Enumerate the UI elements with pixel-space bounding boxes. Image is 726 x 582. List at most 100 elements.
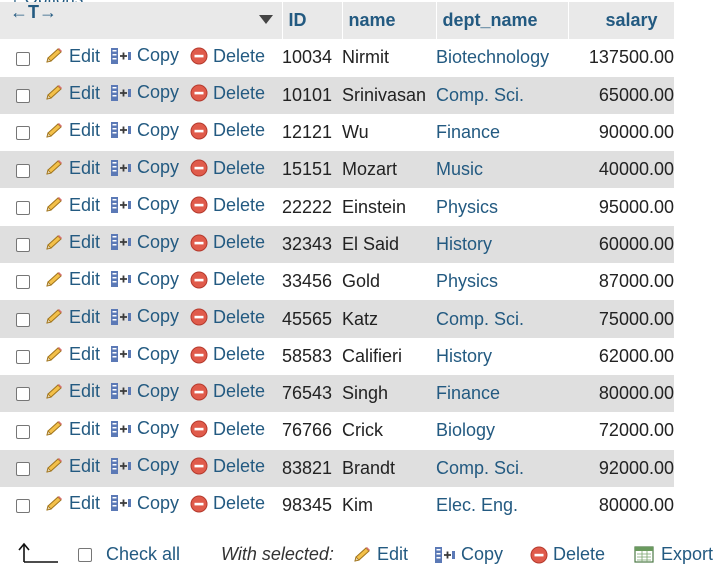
row-copy-button[interactable]: Copy [110,157,179,178]
row-copy-button[interactable]: Copy [110,45,179,66]
row-delete-cell: Delete [190,77,282,114]
row-delete-button[interactable]: Delete [190,307,265,328]
row-copy-cell: Copy [110,226,190,263]
delete-icon [190,457,208,475]
row-delete-cell: Delete [190,412,282,449]
delete-icon [190,271,208,289]
row-delete-button[interactable]: Delete [190,381,265,402]
cell-salary: 90000.00 [598,122,674,143]
row-edit-button[interactable]: Edit [44,232,100,253]
row-select-cell [0,300,44,337]
row-edit-button[interactable]: Edit [44,307,100,328]
row-checkbox[interactable] [16,88,30,103]
row-edit-label: Edit [69,269,101,290]
row-edit-button[interactable]: Edit [44,381,100,402]
row-copy-cell: Copy [110,188,190,225]
delete-icon [190,196,208,214]
row-checkbox[interactable] [16,350,30,365]
row-copy-button[interactable]: Copy [110,120,179,141]
cell-id: 10101 [282,84,333,105]
row-checkbox[interactable] [16,461,30,476]
header-row: ←T→ ID name dept_name salary [0,2,675,40]
cell-id: 33456 [282,271,333,292]
row-copy-button[interactable]: Copy [110,493,179,514]
row-checkbox[interactable] [16,163,30,178]
row-delete-button[interactable]: Delete [190,158,265,179]
pencil-icon [46,160,62,175]
row-checkbox[interactable] [16,312,30,327]
row-edit-button[interactable]: Edit [44,83,100,104]
row-delete-button[interactable]: Delete [190,456,265,477]
row-edit-button[interactable]: Edit [44,419,100,440]
row-checkbox[interactable] [16,51,30,66]
row-copy-label: Copy [137,418,180,439]
row-delete-button[interactable]: Delete [190,46,265,67]
cell-dept-name: Elec. Eng. [436,495,519,515]
bulk-delete-button[interactable]: Delete [530,544,605,565]
row-select-cell [0,487,44,524]
row-checkbox[interactable] [16,200,30,215]
row-copy-button[interactable]: Copy [110,381,179,402]
row-checkbox[interactable] [16,275,30,290]
bulk-edit-button[interactable]: Edit [352,544,408,565]
copy-icon [435,546,455,563]
row-copy-label: Copy [137,231,180,252]
bulk-actions-bar: Check all With selected: Edit Copy Delet… [0,532,726,582]
row-edit-cell: Edit [44,300,110,337]
row-copy-button[interactable]: Copy [110,82,179,103]
row-copy-label: Copy [137,157,180,178]
cell-id: 83821 [282,457,333,478]
row-checkbox[interactable] [16,126,30,141]
cell-salary: 80000.00 [598,495,674,515]
chevron-down-icon[interactable] [258,14,274,26]
row-edit-button[interactable]: Edit [44,120,100,141]
row-edit-button[interactable]: Edit [44,344,100,365]
column-header-id[interactable]: ID [282,2,343,40]
row-delete-button[interactable]: Delete [190,344,265,365]
cell-id: 15151 [282,159,333,180]
row-edit-button[interactable]: Edit [44,158,100,179]
row-copy-button[interactable]: Copy [110,269,179,290]
cell-name: Brandt [342,457,396,478]
row-copy-cell: Copy [110,263,190,300]
column-header-salary[interactable]: salary [568,2,675,40]
bulk-copy-button[interactable]: Copy [434,544,503,565]
row-edit-button[interactable]: Edit [44,269,100,290]
row-delete-button[interactable]: Delete [190,120,265,141]
row-checkbox[interactable] [16,424,30,439]
row-delete-button[interactable]: Delete [190,269,265,290]
row-checkbox[interactable] [16,499,30,514]
row-copy-button[interactable]: Copy [110,194,179,215]
row-copy-button[interactable]: Copy [110,344,179,365]
row-delete-button[interactable]: Delete [190,419,265,440]
cell-id: 58583 [282,345,333,366]
column-header-name[interactable]: name [342,2,437,40]
row-edit-cell: Edit [44,188,110,225]
row-edit-button[interactable]: Edit [44,456,100,477]
column-header-dept-name[interactable]: dept_name [436,2,569,40]
cell-name: Srinivasan [342,84,427,105]
row-edit-button[interactable]: Edit [44,493,100,514]
row-copy-button[interactable]: Copy [110,418,179,439]
row-edit-cell: Edit [44,263,110,300]
row-edit-button[interactable]: Edit [44,195,100,216]
row-checkbox[interactable] [16,238,30,253]
row-copy-button[interactable]: Copy [110,455,179,476]
check-all-control[interactable]: Check all [78,544,180,565]
row-edit-button[interactable]: Edit [44,46,100,67]
row-delete-cell: Delete [190,450,282,487]
row-delete-button[interactable]: Delete [190,493,265,514]
cell-name: Califieri [342,345,403,366]
row-delete-button[interactable]: Delete [190,83,265,104]
check-all-label[interactable]: Check all [106,544,180,565]
row-copy-button[interactable]: Copy [110,232,179,253]
column-visibility-control[interactable]: ←T→ [10,2,57,23]
row-copy-cell: Copy [110,450,190,487]
pencil-icon [46,346,62,362]
row-delete-button[interactable]: Delete [190,195,265,216]
row-delete-button[interactable]: Delete [190,232,265,253]
row-copy-button[interactable]: Copy [110,306,179,327]
bulk-export-button[interactable]: Export [634,544,713,565]
check-all-checkbox[interactable] [78,547,92,562]
row-checkbox[interactable] [16,387,30,402]
